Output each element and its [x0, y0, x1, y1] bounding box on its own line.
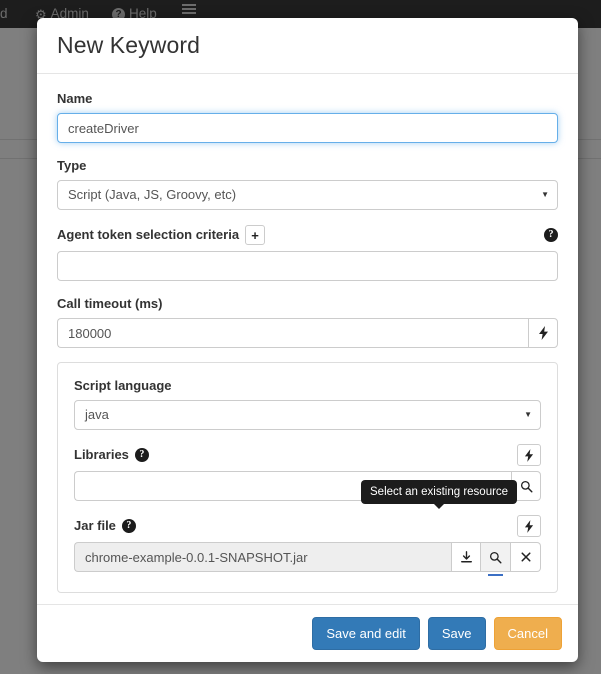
field-group-script-language: Script language java ▼ [74, 377, 541, 430]
bolt-icon [524, 519, 534, 533]
name-label: Name [57, 91, 93, 106]
cancel-button[interactable]: Cancel [493, 617, 562, 650]
modal-header: New Keyword [37, 18, 578, 74]
jar-file-input-group [74, 542, 541, 576]
bolt-icon [524, 448, 534, 462]
libraries-bolt-button[interactable] [517, 444, 541, 466]
jar-file-help-icon[interactable]: ? [121, 519, 136, 533]
select-resource-tooltip: Select an existing resource [361, 480, 518, 510]
agent-token-label-row: Agent token selection criteria + ? [57, 224, 558, 246]
field-group-call-timeout: Call timeout (ms) [57, 295, 558, 348]
download-icon [460, 550, 472, 562]
script-language-select[interactable]: java [74, 400, 541, 430]
new-keyword-modal: New Keyword Name Type Script (Java, JS, … [37, 18, 578, 662]
libraries-help-icon[interactable]: ? [134, 448, 149, 462]
field-group-name: Name [57, 90, 558, 143]
libraries-label-row: Libraries ? [74, 444, 541, 466]
script-panel: Script language java ▼ Libraries ? Jar f… [57, 362, 558, 593]
jar-file-clear-button[interactable] [511, 542, 541, 572]
modal-body: Name Type Script (Java, JS, Groovy, etc)… [37, 74, 578, 604]
field-group-agent-token: Agent token selection criteria + ? [57, 224, 558, 281]
close-icon [520, 552, 531, 562]
type-label: Type [57, 158, 87, 173]
libraries-label: Libraries [74, 447, 129, 462]
agent-token-help-icon[interactable]: ? [544, 228, 558, 242]
page-title: New Keyword [57, 31, 200, 58]
call-timeout-input-group [57, 318, 558, 348]
agent-token-add-button[interactable]: + [245, 225, 266, 245]
jar-file-download-button[interactable] [451, 542, 481, 572]
jar-file-input [74, 542, 451, 572]
jar-file-label: Jar file [74, 518, 116, 533]
jar-file-label-row: Jar file ? [74, 515, 541, 537]
bolt-icon [538, 326, 548, 340]
modal-footer: Save and edit Save Cancel [37, 604, 578, 662]
agent-token-label: Agent token selection criteria [57, 227, 240, 242]
search-icon [520, 480, 533, 493]
search-icon [489, 551, 502, 564]
script-language-label: Script language [74, 378, 172, 393]
save-and-edit-button[interactable]: Save and edit [312, 617, 420, 650]
call-timeout-bolt-button[interactable] [528, 318, 558, 348]
name-input[interactable] [57, 113, 558, 143]
field-group-type: Type Script (Java, JS, Groovy, etc) ▼ [57, 157, 558, 210]
field-group-jar-file: Jar file ? [74, 515, 541, 576]
save-button[interactable]: Save [427, 617, 486, 650]
agent-token-input[interactable] [57, 251, 558, 281]
call-timeout-label: Call timeout (ms) [57, 296, 163, 311]
type-select[interactable]: Script (Java, JS, Groovy, etc) [57, 180, 558, 210]
call-timeout-input[interactable] [57, 318, 528, 348]
jar-file-bolt-button[interactable] [517, 515, 541, 537]
jar-file-select-resource-button[interactable] [481, 542, 511, 576]
